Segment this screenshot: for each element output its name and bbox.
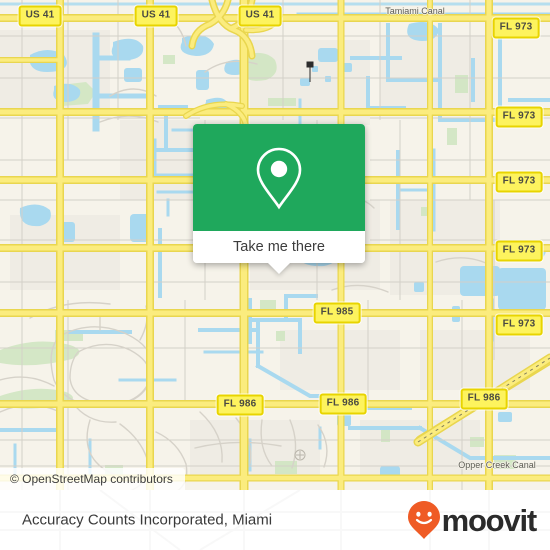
popup-pointer-tail [268, 263, 290, 274]
water-label-creek-canal: Opper Creek Canal [458, 460, 536, 470]
road-shield: US 41 [134, 5, 178, 27]
moovit-smiling-pin-icon [407, 501, 440, 539]
map-canvas[interactable]: US 41 US 41 US 41 FL 973 FL 973 FL 973 F… [0, 0, 550, 490]
take-me-there-button[interactable]: Take me there [193, 231, 365, 263]
road-shield: FL 973 [495, 106, 543, 128]
take-me-there-label: Take me there [233, 239, 325, 255]
road-shield: FL 985 [313, 302, 361, 324]
road-shield: FL 973 [492, 17, 540, 39]
map-pin-icon [256, 147, 302, 209]
road-shield: FL 986 [216, 394, 264, 416]
water-label-tamiami-canal: Tamiami Canal [385, 6, 445, 16]
road-shield: US 41 [18, 5, 62, 27]
road-shield: FL 973 [495, 314, 543, 336]
road-shield: US 41 [238, 5, 282, 27]
popup-image-panel [193, 124, 365, 231]
place-title: Accuracy Counts Incorporated, Miami [22, 511, 273, 529]
moovit-wordmark: moovit [441, 502, 538, 538]
road-shield: FL 986 [460, 388, 508, 410]
location-popup-card[interactable]: Take me there [193, 124, 365, 274]
map-page: US 41 US 41 US 41 FL 973 FL 973 FL 973 F… [0, 0, 550, 550]
road-shield: FL 973 [495, 171, 543, 193]
road-shield: FL 986 [319, 393, 367, 415]
footer-bar: Accuracy Counts Incorporated, Miami moov… [0, 490, 550, 550]
osm-attribution[interactable]: © OpenStreetMap contributors [0, 468, 185, 490]
moovit-logo[interactable]: moovit [407, 500, 538, 540]
road-shield: FL 973 [495, 240, 543, 262]
